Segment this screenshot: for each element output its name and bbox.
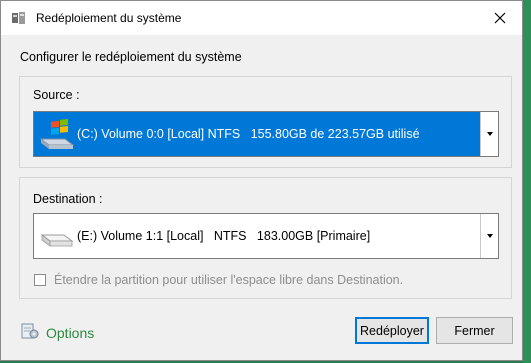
redeploy-button[interactable]: Redéployer bbox=[355, 317, 429, 344]
source-dropdown[interactable]: (C:) Volume 0:0 [Local] NTFS 155.80GB de… bbox=[33, 111, 499, 157]
source-group: Source : (C:) Volume 0:0 [Local] NTFS 15… bbox=[19, 76, 512, 168]
window-title: Redéploiement du système bbox=[36, 11, 182, 25]
desktop-background bbox=[523, 0, 531, 363]
chevron-down-icon bbox=[486, 132, 493, 136]
destination-dropdown-arrow[interactable] bbox=[480, 214, 498, 258]
destination-label: Destination : bbox=[33, 192, 103, 206]
close-icon bbox=[494, 12, 506, 24]
extend-partition-checkbox[interactable] bbox=[34, 274, 46, 286]
source-label: Source : bbox=[33, 88, 80, 102]
windows-drive-icon bbox=[39, 118, 75, 151]
destination-group: Destination : (E:) Volume 1:1 [Local] NT… bbox=[19, 177, 512, 299]
options-link[interactable]: Options bbox=[20, 321, 94, 344]
extend-partition-option[interactable]: Étendre la partition pour utiliser l'esp… bbox=[34, 273, 403, 287]
destination-dropdown[interactable]: (E:) Volume 1:1 [Local] NTFS 183.00GB [P… bbox=[33, 213, 499, 259]
chevron-down-icon bbox=[486, 234, 493, 238]
app-icon bbox=[11, 10, 27, 26]
close-window-button[interactable] bbox=[478, 1, 522, 35]
options-label: Options bbox=[46, 324, 95, 341]
extend-partition-label: Étendre la partition pour utiliser l'esp… bbox=[54, 273, 404, 287]
close-button[interactable]: Fermer bbox=[436, 317, 513, 344]
destination-selected-value: (E:) Volume 1:1 [Local] NTFS 183.00GB [P… bbox=[77, 229, 371, 243]
source-selected-value: (C:) Volume 0:0 [Local] NTFS 155.80GB de… bbox=[77, 127, 420, 141]
source-dropdown-arrow[interactable] bbox=[480, 112, 498, 156]
dialog-heading: Configurer le redéploiement du système bbox=[20, 50, 242, 64]
redeploy-dialog: Redéploiement du système Configurer le r… bbox=[0, 0, 523, 361]
title-bar: Redéploiement du système bbox=[1, 1, 522, 35]
options-icon bbox=[20, 321, 40, 344]
hard-drive-icon bbox=[39, 221, 75, 253]
